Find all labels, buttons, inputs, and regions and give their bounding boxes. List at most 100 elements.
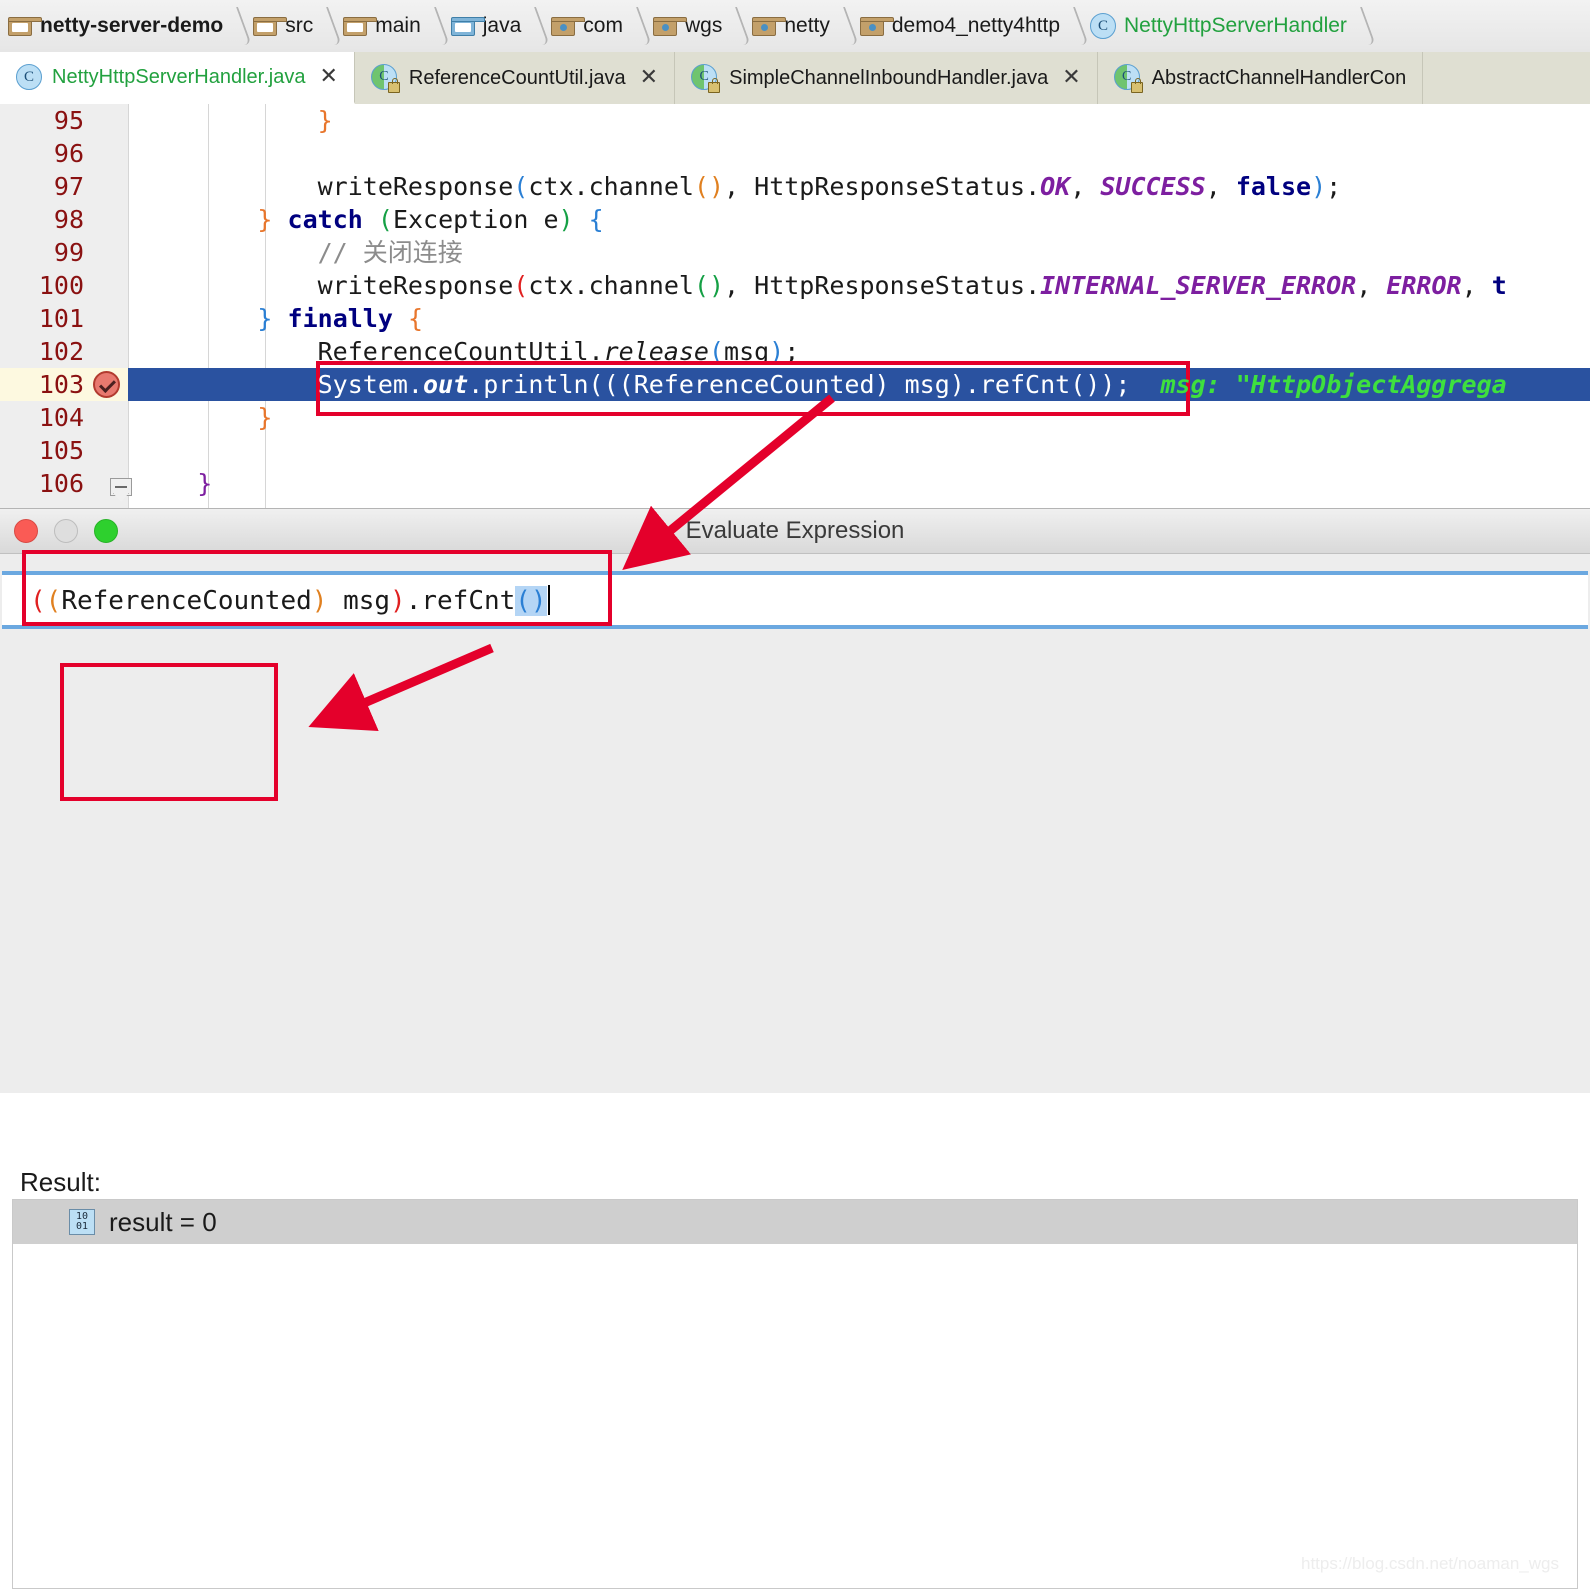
- expression-input[interactable]: ((ReferenceCounted) msg).refCnt(): [2, 571, 1588, 629]
- breadcrumb-item-wgs[interactable]: wgs: [645, 0, 724, 52]
- code-text: } finally {: [257, 304, 424, 333]
- breadcrumb-separator: [225, 0, 245, 52]
- line-number: 105: [38, 436, 84, 465]
- breadcrumb-label: netty: [784, 14, 830, 37]
- line-number: 104: [38, 403, 84, 432]
- breadcrumb-item-main[interactable]: main: [335, 0, 423, 52]
- code-line[interactable]: 96: [0, 137, 1590, 170]
- code-line[interactable]: 98 } catch (Exception e) {: [0, 203, 1590, 236]
- code-text: }: [197, 469, 213, 498]
- tab-abstractchannelhandlercontext[interactable]: C AbstractChannelHandlerCon: [1098, 52, 1424, 104]
- code-line-current[interactable]: 103 System.out.println(((ReferenceCounte…: [0, 368, 1590, 401]
- line-number-cell: 98: [0, 203, 128, 236]
- expression-input-text: ((ReferenceCounted) msg).refCnt(): [2, 584, 550, 616]
- code-line[interactable]: 101 } finally {: [0, 302, 1590, 335]
- breadcrumb-item-class[interactable]: C NettyHttpServerHandler: [1082, 0, 1349, 52]
- tab-referencecountutil[interactable]: C ReferenceCountUtil.java ✕: [355, 52, 676, 104]
- line-number: 98: [53, 205, 84, 234]
- breadcrumb-label: java: [482, 14, 522, 37]
- result-row[interactable]: 10 01 result = 0: [13, 1200, 1577, 1244]
- folder-icon: [253, 16, 288, 36]
- code-line[interactable]: 99 // 关闭连接: [0, 236, 1590, 269]
- line-number-cell: 97: [0, 170, 128, 203]
- folder-icon: [343, 16, 378, 36]
- code-text: writeResponse(ctx.channel(), HttpRespons…: [137, 172, 1342, 201]
- binary-icon-bottom: 01: [75, 1221, 89, 1232]
- code-line[interactable]: 106 }: [0, 467, 1590, 500]
- window-controls: [14, 519, 118, 543]
- code-text: }: [317, 106, 333, 135]
- breadcrumb-separator: [1062, 0, 1082, 52]
- breadcrumb-separator: [1349, 0, 1369, 52]
- breadcrumb-item-module[interactable]: netty-server-demo: [0, 0, 225, 52]
- breadcrumb-separator: [423, 0, 443, 52]
- code-line[interactable]: 105: [0, 434, 1590, 467]
- result-value-text: result = 0: [109, 1206, 217, 1237]
- binary-icon-top: 10: [75, 1211, 89, 1222]
- result-panel[interactable]: 10 01 result = 0 https://blog.csdn.net/n…: [12, 1199, 1578, 1589]
- breadcrumb-label: NettyHttpServerHandler: [1124, 14, 1347, 37]
- line-number-cell: 105: [0, 434, 128, 467]
- breadcrumb-separator: [315, 0, 335, 52]
- close-icon[interactable]: ✕: [640, 67, 658, 89]
- line-number: 96: [53, 139, 84, 168]
- close-icon[interactable]: ✕: [1062, 67, 1080, 89]
- breadcrumb-item-demo4[interactable]: demo4_netty4http: [852, 0, 1062, 52]
- breadcrumb-separator: [724, 0, 744, 52]
- package-icon: [652, 16, 687, 36]
- line-number: 100: [38, 271, 84, 300]
- line-number-cell: 96: [0, 137, 128, 170]
- text-caret: [547, 584, 550, 615]
- code-fold-marker-icon[interactable]: [110, 478, 132, 502]
- code-text: // 关闭连接: [137, 238, 463, 267]
- breadcrumb-separator: [523, 0, 543, 52]
- line-number-cell: 103: [0, 368, 128, 401]
- tab-label: NettyHttpServerHandler.java: [52, 65, 306, 88]
- code-line[interactable]: 95 }: [0, 104, 1590, 137]
- breakpoint-icon[interactable]: [84, 371, 128, 398]
- breadcrumb: netty-server-demo src main java com wgs …: [0, 0, 1590, 53]
- code-text: }: [257, 403, 273, 432]
- code-editor[interactable]: 95 } 96 97 writeResponse(ctx.channel(), …: [0, 104, 1590, 508]
- breadcrumb-item-src[interactable]: src: [245, 0, 315, 52]
- module-icon: [8, 16, 42, 36]
- line-number-cell: 104: [0, 401, 128, 434]
- line-number-cell: 106: [0, 467, 128, 500]
- breadcrumb-label: main: [375, 14, 421, 37]
- inline-debug-hint: msg: "HttpObjectAggrega: [1160, 370, 1507, 399]
- code-line[interactable]: 102 ReferenceCountUtil.release(msg);: [0, 335, 1590, 368]
- line-number-cell: 101: [0, 302, 128, 335]
- dialog-title-bar: Evaluate Expression: [0, 509, 1590, 554]
- line-number-cell: 102: [0, 335, 128, 368]
- evaluate-expression-dialog: Evaluate Expression ((ReferenceCounted) …: [0, 508, 1590, 1589]
- tab-label: ReferenceCountUtil.java: [408, 66, 626, 89]
- code-text: } catch (Exception e) {: [257, 205, 604, 234]
- breadcrumb-label: com: [583, 14, 623, 37]
- tab-label: AbstractChannelHandlerCon: [1151, 66, 1407, 89]
- line-number: 106: [38, 469, 84, 498]
- result-label: Result:: [20, 1167, 101, 1197]
- close-window-button[interactable]: [14, 519, 38, 543]
- line-number-cell: 100: [0, 269, 128, 302]
- binary-value-icon: 10 01: [69, 1209, 95, 1235]
- editor-tab-bar: C NettyHttpServerHandler.java ✕ C Refere…: [0, 52, 1590, 105]
- breadcrumb-item-com[interactable]: com: [543, 0, 625, 52]
- code-text: ReferenceCountUtil.release(msg);: [137, 337, 800, 366]
- line-number: 97: [53, 172, 84, 201]
- tab-simplechannelinboundhandler[interactable]: C SimpleChannelInboundHandler.java ✕: [675, 52, 1098, 104]
- code-line[interactable]: 97 writeResponse(ctx.channel(), HttpResp…: [0, 170, 1590, 203]
- minimize-window-button[interactable]: [54, 519, 78, 543]
- breadcrumb-item-netty[interactable]: netty: [744, 0, 832, 52]
- close-icon[interactable]: ✕: [319, 66, 337, 88]
- zoom-window-button[interactable]: [94, 519, 118, 543]
- breadcrumb-label: netty-server-demo: [40, 14, 224, 37]
- code-line[interactable]: 100 writeResponse(ctx.channel(), HttpRes…: [0, 269, 1590, 302]
- breadcrumb-item-java[interactable]: java: [443, 0, 524, 52]
- breadcrumb-separator: [625, 0, 645, 52]
- code-line[interactable]: 104 }: [0, 401, 1590, 434]
- library-class-icon: C: [691, 64, 721, 93]
- expression-selected-fragment: (): [515, 585, 547, 616]
- line-number-cell: 99: [0, 236, 128, 269]
- package-icon: [859, 16, 894, 36]
- tab-nettyhttpserverhandler[interactable]: C NettyHttpServerHandler.java ✕: [0, 52, 355, 104]
